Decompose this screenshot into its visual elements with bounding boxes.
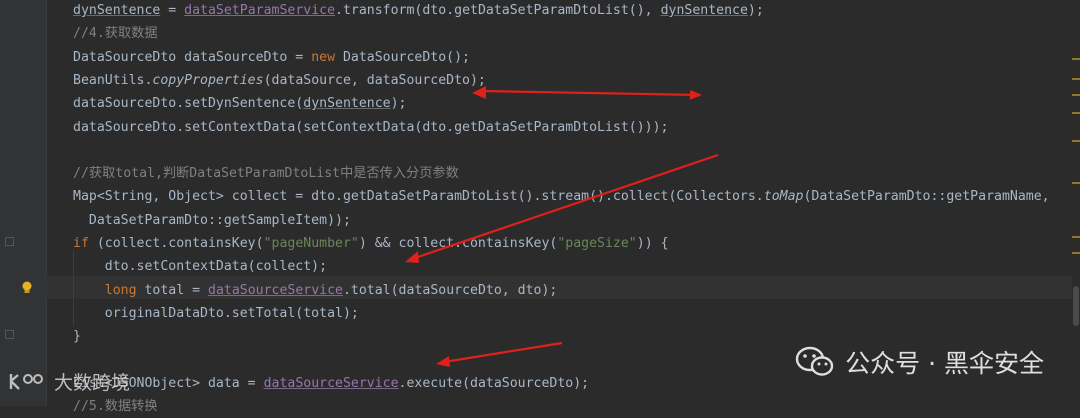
watermark: 公众号 · 黑伞安全	[795, 340, 1044, 384]
watermark-channel-label: 公众号 · 黑伞安全	[845, 349, 1044, 378]
annotation-arrow	[443, 341, 563, 364]
watermark-left: 大数跨境	[8, 368, 130, 395]
brand-logo-icon	[9, 373, 43, 390]
annotation-arrow	[411, 153, 719, 261]
watermark-left-label: 大数跨境	[54, 372, 131, 394]
wechat-icon	[795, 346, 834, 376]
annotation-arrow	[479, 89, 702, 100]
annotation-arrowhead	[436, 356, 450, 367]
annotation-arrowhead	[405, 251, 419, 263]
annotation-arrowhead	[472, 86, 486, 99]
